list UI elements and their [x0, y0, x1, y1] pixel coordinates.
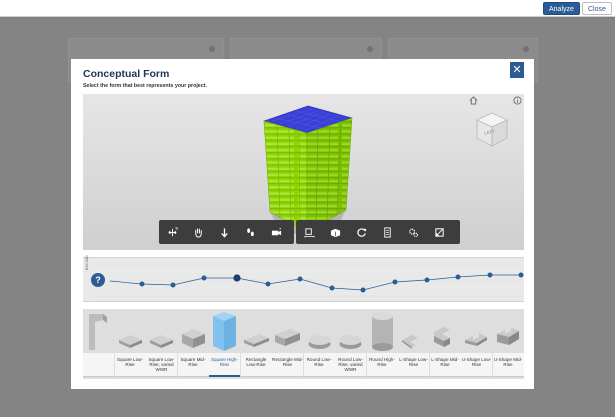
- measure-icon: [304, 227, 314, 238]
- document-icon: [383, 226, 391, 238]
- section-tool[interactable]: [322, 220, 348, 244]
- form-option[interactable]: U-Shape Low-Rise: [461, 310, 492, 377]
- info-icon[interactable]: [513, 96, 522, 105]
- building-model[interactable]: [252, 104, 362, 234]
- timeline-point[interactable]: [297, 276, 303, 282]
- fullscreen-tool[interactable]: [426, 220, 452, 244]
- form-option[interactable]: L-Shape Low-Rise: [398, 310, 429, 377]
- home-icon[interactable]: [469, 96, 478, 105]
- form-option-label: Round High-Rise: [366, 353, 398, 377]
- form-thumbnail: [371, 312, 393, 351]
- fullscreen-icon: [434, 227, 444, 237]
- form-option-label: Rectangle Low-Rise: [240, 353, 272, 377]
- top-bar: Analyze Close: [0, 0, 615, 17]
- form-thumbnail: [243, 334, 269, 347]
- help-icon[interactable]: ?: [91, 273, 105, 287]
- timeline-point[interactable]: [455, 274, 461, 280]
- form-option[interactable]: Round Low-Rise, varied WWR: [335, 310, 366, 377]
- form-thumbnail: [433, 327, 450, 347]
- orbit-icon: [168, 227, 177, 236]
- form-option[interactable]: Square Mid-Rise: [177, 310, 209, 377]
- form-option[interactable]: U-Shape Mid-Rise: [492, 310, 524, 377]
- timeline-point[interactable]: [170, 282, 176, 288]
- walk-tool[interactable]: [237, 220, 263, 244]
- form-thumbnail: [150, 335, 173, 348]
- energy-timeline: EUI ±00 ?: [83, 256, 524, 302]
- form-option[interactable]: [83, 310, 114, 377]
- form-thumbnail: [89, 314, 107, 350]
- form-option-label: [83, 353, 114, 377]
- view-cube[interactable]: LEFT: [472, 110, 512, 150]
- properties-tool[interactable]: [374, 220, 400, 244]
- form-thumbnail: [496, 327, 519, 345]
- form-option[interactable]: Square Low-Rise: [114, 310, 146, 377]
- form-thumbnail: [465, 333, 487, 346]
- camera-icon: [271, 227, 281, 235]
- dialog-title: Conceptual Form: [83, 68, 170, 80]
- model-toolbar: [296, 220, 460, 244]
- refresh-icon: [356, 227, 366, 237]
- zoom-tool[interactable]: [211, 220, 237, 244]
- timeline-chart: [95, 263, 524, 297]
- form-thumbnail: [118, 335, 142, 348]
- timeline-point[interactable]: [139, 281, 145, 287]
- timeline-point[interactable]: [360, 287, 366, 293]
- close-button[interactable]: Close: [582, 2, 612, 15]
- form-option-label: U-Shape Low-Rise: [461, 353, 492, 377]
- measure-tool[interactable]: [296, 220, 322, 244]
- form-thumbnail: [275, 329, 300, 346]
- form-option-label: Square Mid-Rise: [177, 353, 209, 377]
- form-option-label: Round Low-Rise, varied WWR: [335, 353, 366, 377]
- form-thumbnail: [308, 335, 330, 349]
- timeline-point[interactable]: [233, 274, 241, 282]
- refresh-tool[interactable]: [348, 220, 374, 244]
- form-option[interactable]: Rectangle Mid-Rise: [272, 310, 303, 377]
- form-option-label: Square High-Rise: [209, 353, 240, 377]
- camera-tool[interactable]: [263, 220, 289, 244]
- dialog-close-button[interactable]: ✕: [510, 62, 524, 78]
- timeline-point[interactable]: [329, 285, 335, 291]
- form-thumbnail: [339, 335, 362, 349]
- footsteps-icon: [246, 227, 254, 236]
- arrow-down-icon: [220, 227, 228, 238]
- model-viewer[interactable]: LEFT: [83, 94, 524, 250]
- orbit-tool[interactable]: [159, 220, 185, 244]
- form-option[interactable]: Square Low-Rise, varied WWR: [146, 310, 177, 377]
- timeline-point[interactable]: [424, 277, 430, 283]
- timeline-point[interactable]: [201, 275, 207, 281]
- form-carousel: Square Low-Rise Square Low-Rise, varied W…: [83, 309, 524, 379]
- timeline-point[interactable]: [265, 281, 271, 287]
- form-thumbnail: [402, 335, 418, 349]
- form-option[interactable]: Round High-Rise: [366, 310, 398, 377]
- hand-icon: [194, 227, 202, 238]
- gears-icon: [408, 228, 418, 237]
- form-option[interactable]: L-Shape Mid-Rise: [429, 310, 461, 377]
- pan-tool[interactable]: [185, 220, 211, 244]
- form-option-label: L-Shape Mid-Rise: [429, 353, 461, 377]
- form-option-label: Square Low-Rise, varied WWR: [146, 353, 177, 377]
- form-thumbnail: [213, 312, 236, 351]
- form-option-label: U-Shape Mid-Rise: [492, 353, 524, 377]
- form-option[interactable]: Round Low-Rise: [303, 310, 335, 377]
- timeline-point[interactable]: [392, 279, 398, 285]
- form-thumbnail: [181, 329, 205, 348]
- timeline-point[interactable]: [487, 272, 493, 278]
- conceptual-form-dialog: Conceptual Form Select the form that bes…: [71, 59, 534, 389]
- navigation-toolbar: [159, 220, 294, 244]
- analyze-button[interactable]: Analyze: [543, 2, 580, 15]
- form-option-label: Rectangle Mid-Rise: [272, 353, 303, 377]
- form-option-label: Square Low-Rise: [114, 353, 146, 377]
- form-option[interactable]: Rectangle Low-Rise: [240, 310, 272, 377]
- form-option-label: L-Shape Low-Rise: [398, 353, 429, 377]
- form-option[interactable]: Square High-Rise: [209, 310, 240, 377]
- settings-tool[interactable]: [400, 220, 426, 244]
- dialog-subtitle: Select the form that best represents you…: [83, 83, 207, 89]
- section-box-icon: [330, 228, 340, 237]
- form-option-label: Round Low-Rise: [303, 353, 335, 377]
- timeline-point[interactable]: [518, 272, 524, 278]
